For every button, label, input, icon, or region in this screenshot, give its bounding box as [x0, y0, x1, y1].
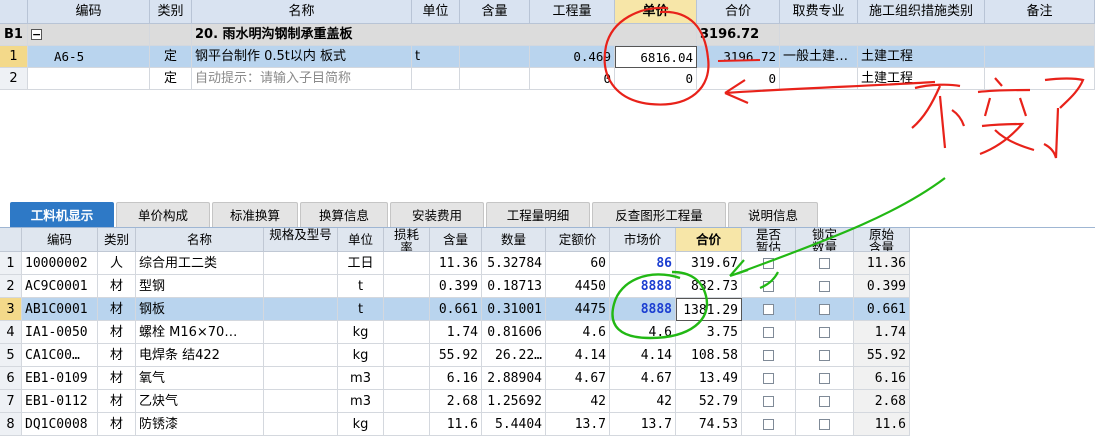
handwritten-bu-glyph: [911, 83, 966, 149]
handwritten-bian-glyph: [977, 77, 1035, 156]
red-underline-annotation: [717, 59, 761, 62]
green-circle-annotation: [611, 270, 709, 340]
green-arrow-annotation: [729, 177, 946, 290]
annotation-overlay: [603, 6, 1085, 340]
red-arrow-annotation: [724, 79, 936, 105]
red-circle-annotation: [603, 6, 710, 106]
handwritten-le-glyph: [1043, 77, 1085, 159]
